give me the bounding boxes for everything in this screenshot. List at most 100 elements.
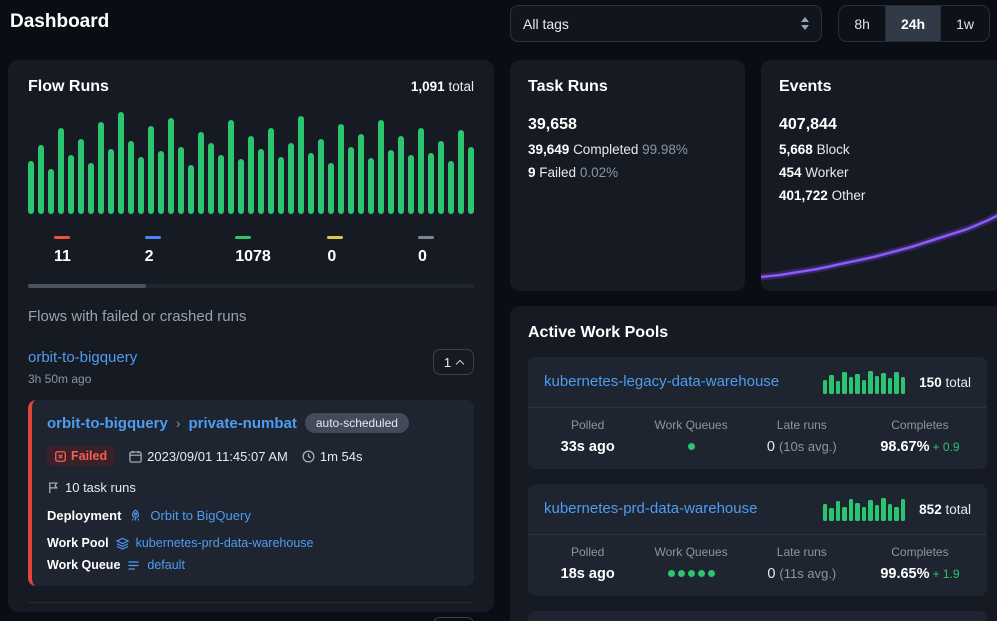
late-value: 0 (11s avg.) (743, 566, 861, 582)
deployment-link[interactable]: Orbit to BigQuery (150, 508, 250, 523)
completes-pct: 98.67% (880, 439, 929, 455)
rocket-icon (129, 509, 142, 522)
run-name-link[interactable]: private-numbat (189, 415, 297, 432)
pool-card-header: kubernetes-prd-data-warehouse 852 total (528, 484, 987, 535)
calendar-icon (129, 450, 142, 463)
completes-value: 98.67%+ 0.9 (861, 439, 979, 455)
pool-mini-chart (823, 497, 906, 521)
run-deployment-row: Deployment Orbit to BigQuery (47, 508, 460, 523)
flow-runs-title: Flow Runs (28, 78, 109, 96)
breadcrumb-separator: › (176, 415, 181, 431)
legend-count: 2 (145, 248, 179, 266)
work-pool-link[interactable]: kubernetes-prd-data-warehouse (136, 536, 314, 550)
failed-pct: 0.02% (580, 165, 618, 180)
run-workpool-row: Work Pool kubernetes-prd-data-warehouse … (47, 536, 460, 572)
page-title: Dashboard (10, 11, 109, 33)
deployment-label: Deployment (47, 508, 121, 523)
run-meta-row: Failed 2023/09/01 11:45:07 AM 1m 54s 10 … (47, 446, 460, 495)
flow-runs-panel: Flow Runs 1,091 total 11 2 1078 0 (8, 60, 494, 612)
legend-item-scheduled[interactable]: 0 (327, 236, 361, 266)
time-range-8h[interactable]: 8h (839, 6, 885, 41)
flow-expand-button[interactable]: 1 (433, 617, 474, 621)
completes-pct: 99.65% (880, 566, 929, 582)
legend-swatch (418, 236, 434, 239)
work-pools-panel: Active Work Pools kubernetes-legacy-data… (510, 306, 997, 621)
work-pool-card-clipped (528, 611, 987, 621)
legend-count: 11 (54, 248, 88, 266)
task-count-text: 10 task runs (65, 480, 136, 495)
auto-scheduled-badge: auto-scheduled (305, 413, 409, 433)
events-title: Events (779, 78, 987, 96)
legend-item-other[interactable]: 0 (418, 236, 452, 266)
worker-value: 454 (779, 165, 802, 180)
work-pool-group: Work Pool kubernetes-prd-data-warehouse (47, 536, 313, 550)
state-label: Failed (71, 449, 107, 463)
polled-value: 33s ago (536, 439, 639, 455)
work-queue-dots (639, 570, 742, 577)
work-queue-group: Work Queue default (47, 558, 185, 572)
legend-swatch (327, 236, 343, 239)
worker-label: Worker (805, 165, 848, 180)
legend-swatch (54, 236, 70, 239)
pool-total-value: 150 (919, 375, 942, 390)
time-range-24h[interactable]: 24h (886, 6, 940, 41)
legend-item-completed[interactable]: 1078 (235, 236, 271, 266)
tags-filter-select[interactable]: All tags (510, 5, 822, 42)
task-runs-failed: 9 Failed 0.02% (528, 165, 727, 180)
work-queue-link[interactable]: default (147, 558, 185, 572)
flow-runs-total: 1,091 total (411, 79, 474, 94)
flow-link[interactable]: orbit-to-bigquery (28, 349, 137, 366)
pool-queues-stat: Work Queues (639, 545, 742, 582)
pool-total-value: 852 (919, 502, 942, 517)
flow-list-item: orbit-to-bigquery 3h 50m ago 1 (28, 337, 474, 392)
pool-completes-stat: Completes 99.65%+ 1.9 (861, 545, 979, 582)
pool-card-header: kubernetes-legacy-data-warehouse 150 tot… (528, 357, 987, 408)
late-label: Late runs (743, 545, 861, 559)
flow-runs-chart[interactable] (28, 112, 474, 214)
block-value: 5,668 (779, 142, 813, 157)
legend-count: 1078 (235, 248, 271, 266)
flow-link[interactable]: run-census-sync (28, 617, 138, 621)
duration-text: 1m 54s (320, 449, 363, 464)
chart-scrollbar-thumb[interactable] (28, 284, 146, 288)
events-total: 407,844 (779, 116, 987, 134)
failed-value: 9 (528, 165, 536, 180)
failed-label: Failed (539, 165, 576, 180)
pool-mini-chart (823, 370, 906, 394)
late-label: Late runs (743, 418, 861, 432)
select-arrows-icon (801, 17, 809, 30)
events-worker-row: 454 Worker (779, 165, 987, 180)
run-task-count: 10 task runs (47, 480, 136, 495)
list-icon (127, 559, 140, 572)
pool-total: 150 total (919, 375, 971, 390)
time-range-1w[interactable]: 1w (941, 6, 989, 41)
layers-icon (116, 537, 129, 550)
flow-runs-legend: 11 2 1078 0 0 (28, 236, 474, 266)
polled-label: Polled (536, 418, 639, 432)
legend-item-running[interactable]: 2 (145, 236, 179, 266)
run-timestamp: 2023/09/01 11:45:07 AM (129, 449, 288, 464)
top-bar: Dashboard All tags 8h 24h 1w (0, 0, 997, 52)
pool-late-stat: Late runs 0 (10s avg.) (743, 418, 861, 455)
work-pools-title: Active Work Pools (528, 324, 987, 342)
flow-time-ago: 3h 50m ago (28, 372, 474, 386)
queues-label: Work Queues (639, 545, 742, 559)
pool-polled-stat: Polled 18s ago (536, 545, 639, 582)
x-square-icon (55, 451, 66, 462)
run-flow-link[interactable]: orbit-to-bigquery (47, 415, 168, 432)
flow-runs-header: Flow Runs 1,091 total (28, 78, 474, 96)
events-sparkline (761, 199, 997, 291)
time-range-group: 8h 24h 1w (838, 5, 990, 42)
pool-name-link[interactable]: kubernetes-prd-data-warehouse (544, 498, 809, 520)
completes-label: Completes (861, 418, 979, 432)
run-duration: 1m 54s (302, 449, 363, 464)
flow-runs-total-value: 1,091 (411, 79, 445, 94)
legend-item-failed[interactable]: 11 (54, 236, 88, 266)
completes-label: Completes (861, 545, 979, 559)
task-runs-total: 39,658 (528, 116, 727, 134)
flow-runs-total-suffix: total (448, 79, 474, 94)
chart-scrollbar-track (28, 284, 474, 288)
flow-collapse-button[interactable]: 1 (433, 349, 474, 375)
pool-name-link[interactable]: kubernetes-legacy-data-warehouse (544, 371, 809, 393)
polled-label: Polled (536, 545, 639, 559)
